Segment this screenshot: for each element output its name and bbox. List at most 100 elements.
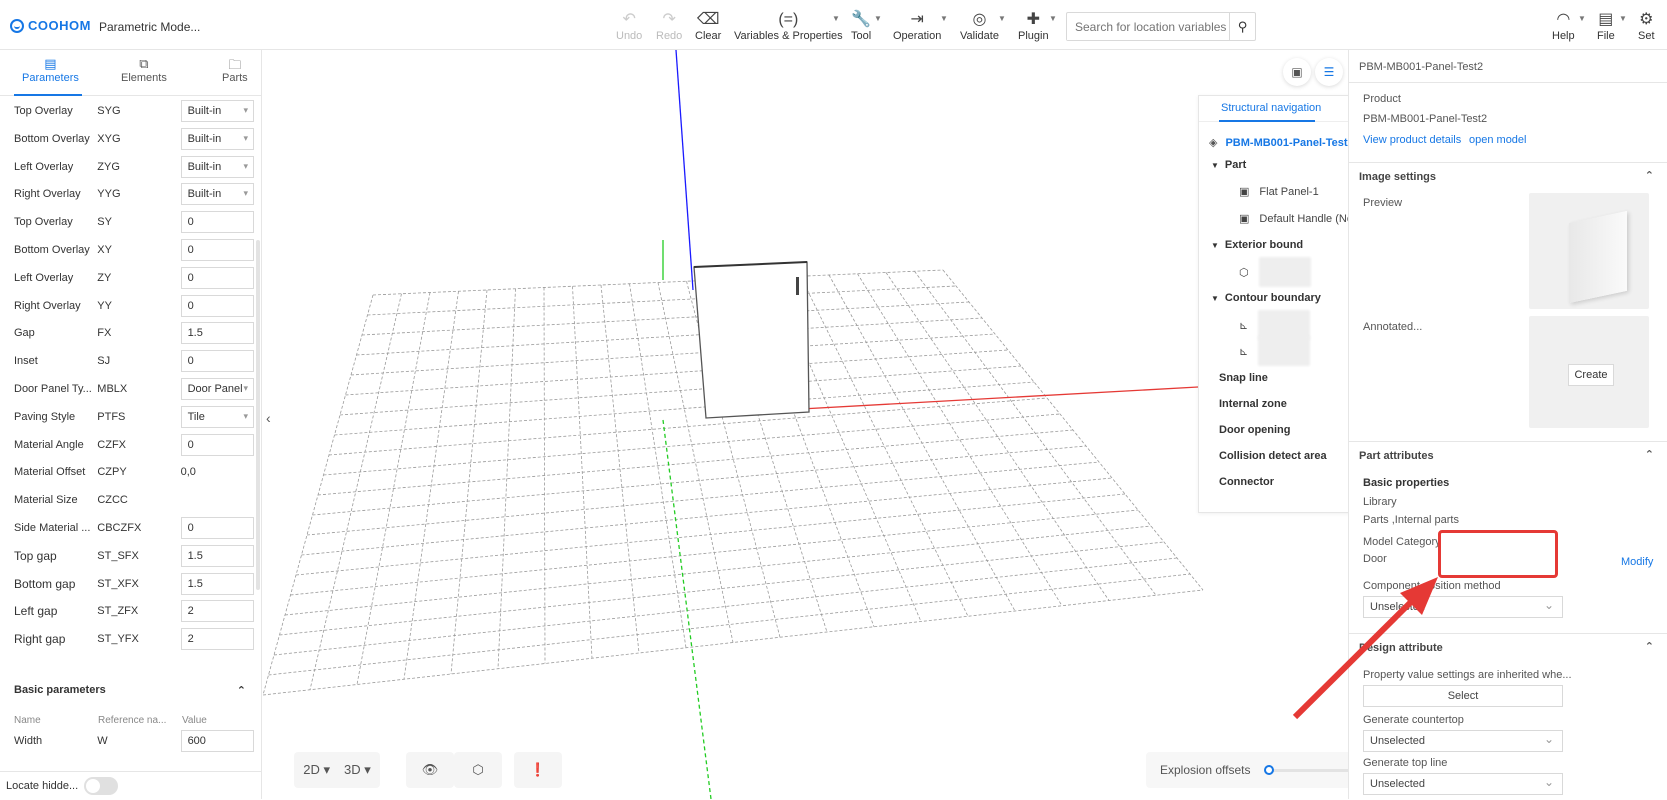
chevron-down-icon[interactable]: ▼ bbox=[832, 14, 840, 23]
param-select[interactable]: Door Panel bbox=[180, 378, 254, 400]
tree-leaf-bound-box[interactable]: ⬡ bbox=[1239, 257, 1311, 287]
tab-elements[interactable]: ⧉ Elements bbox=[121, 56, 167, 84]
search-input[interactable] bbox=[1067, 13, 1229, 40]
tree-node-collision-area[interactable]: Collision detect area bbox=[1219, 450, 1327, 462]
chevron-down-icon[interactable]: ▼ bbox=[1578, 14, 1586, 23]
tab-parameters[interactable]: ▤ Parameters bbox=[22, 56, 79, 84]
param-value-input[interactable]: 600 bbox=[180, 730, 254, 752]
scrollbar[interactable] bbox=[256, 240, 260, 590]
gear-icon: ⚙ bbox=[1639, 11, 1654, 28]
file-button[interactable]: ▤ File bbox=[1597, 10, 1615, 42]
redo-button[interactable]: ↷ Redo bbox=[656, 10, 682, 42]
tree-view-icon[interactable]: ☰ bbox=[1315, 58, 1343, 86]
create-button[interactable]: Create bbox=[1568, 364, 1614, 386]
settings-button[interactable]: ⚙ Set bbox=[1638, 10, 1655, 42]
chevron-down-icon[interactable]: ▼ bbox=[1619, 14, 1627, 23]
preview-thumbnail[interactable] bbox=[1529, 193, 1649, 309]
coohom-logo[interactable]: COOHOM bbox=[10, 18, 91, 33]
param-value-input[interactable]: 0 bbox=[180, 266, 254, 289]
param-value-input[interactable]: 0 bbox=[180, 211, 254, 234]
undo-label: Undo bbox=[616, 30, 643, 42]
generate-top-line-select[interactable]: Unselected bbox=[1363, 773, 1563, 795]
plugin-button[interactable]: ✚ Plugin bbox=[1018, 10, 1049, 42]
view-product-details-link[interactable]: View product details bbox=[1363, 134, 1461, 146]
visibility-button[interactable]: 👁 bbox=[406, 752, 454, 788]
chevron-down-icon[interactable]: ▼ bbox=[874, 14, 882, 23]
tab-label: Parameters bbox=[22, 72, 79, 84]
tree-node-exterior-bound[interactable]: ▼ Exterior bound bbox=[1211, 239, 1303, 251]
warning-button[interactable]: ❗ bbox=[514, 752, 562, 788]
param-value-input[interactable]: 0 bbox=[180, 350, 254, 373]
chevron-up-icon[interactable]: ⌃ bbox=[1645, 640, 1654, 653]
param-value-input[interactable]: 0 bbox=[180, 239, 254, 261]
tool-button[interactable]: 🔧 Tool bbox=[851, 10, 871, 42]
tree-node-connector[interactable]: Connector bbox=[1219, 476, 1274, 488]
validate-button[interactable]: ◎ Validate bbox=[960, 10, 999, 42]
tree-node-part[interactable]: ▼ Part bbox=[1211, 159, 1246, 171]
param-value-input[interactable]: 0 bbox=[180, 433, 254, 456]
tree-node-snap-line[interactable]: Snap line bbox=[1219, 372, 1268, 384]
tab-structural-navigation[interactable]: Structural navigation bbox=[1221, 102, 1321, 114]
param-select[interactable]: Tile bbox=[180, 405, 254, 428]
door-panel-model[interactable] bbox=[693, 261, 810, 419]
y-axis-line bbox=[675, 50, 694, 291]
slider-handle[interactable] bbox=[1264, 765, 1274, 775]
help-label: Help bbox=[1552, 30, 1575, 42]
param-select[interactable]: Built-in bbox=[180, 100, 254, 122]
locate-hidden-toggle[interactable] bbox=[84, 777, 119, 795]
param-value-input[interactable]: 2 bbox=[180, 628, 254, 651]
tab-parts[interactable]: 🗀 Parts bbox=[222, 56, 248, 84]
chevron-up-icon[interactable]: ⌃ bbox=[237, 684, 246, 697]
basic-parameters-header[interactable]: Basic parameters ⌃ bbox=[14, 684, 246, 697]
modify-link[interactable]: Modify bbox=[1621, 556, 1653, 568]
param-value-input[interactable]: 1.5 bbox=[180, 572, 254, 595]
param-select[interactable]: Built-in bbox=[180, 127, 254, 150]
panel-preview-image bbox=[1569, 210, 1627, 304]
section-title: Part attributes bbox=[1359, 450, 1434, 462]
tab-label: Parts bbox=[222, 72, 248, 84]
help-button[interactable]: ◠ Help bbox=[1552, 10, 1575, 42]
open-model-link[interactable]: open model bbox=[1469, 134, 1527, 146]
chevron-down-icon[interactable]: ▼ bbox=[940, 14, 948, 23]
tree-leaf-contour-2[interactable]: ⊾ bbox=[1239, 336, 1311, 366]
tree-node-internal-zone[interactable]: Internal zone bbox=[1219, 398, 1287, 410]
tree-leaf-default-handle[interactable]: ▣ Default Handle (New) bbox=[1239, 212, 1365, 226]
cube-icon: ⬡ bbox=[1239, 266, 1249, 279]
param-value-input[interactable]: 1.5 bbox=[180, 322, 254, 345]
view-mode-icon[interactable]: ▣ bbox=[1283, 58, 1311, 86]
chevron-down-icon[interactable]: ▼ bbox=[1049, 14, 1057, 23]
file-icon: ▤ bbox=[1598, 11, 1614, 28]
param-value-input[interactable]: 0 bbox=[180, 294, 254, 317]
tree-node-contour-boundary[interactable]: ▼ Contour boundary bbox=[1211, 292, 1321, 304]
chevron-up-icon[interactable]: ⌃ bbox=[1645, 169, 1654, 182]
tree-leaf-flat-panel[interactable]: ▣ Flat Panel-1 bbox=[1239, 185, 1319, 199]
view-3d-button[interactable]: 3D ▾ bbox=[344, 762, 371, 778]
part-attributes-header[interactable]: Part attributes ⌃ bbox=[1349, 441, 1667, 467]
search-icon[interactable]: ⚲ bbox=[1229, 13, 1255, 40]
collapse-left-icon[interactable]: ‹ bbox=[266, 410, 271, 426]
param-code: ST_SFX bbox=[97, 549, 139, 562]
tree-node-door-opening[interactable]: Door opening bbox=[1219, 424, 1291, 436]
param-value-input[interactable]: 1.5 bbox=[180, 544, 254, 567]
3d-viewport[interactable]: ▣ ☰ bbox=[263, 50, 1348, 799]
param-row: Door Panel Ty... MBLX Door Panel bbox=[14, 377, 254, 401]
generate-countertop-select[interactable]: Unselected bbox=[1363, 730, 1563, 752]
view-2d-button[interactable]: 2D ▾ bbox=[303, 762, 330, 778]
cube-view-button[interactable]: ⬡ bbox=[454, 752, 502, 788]
variables-properties-button[interactable]: (=) Variables & Properties bbox=[734, 10, 843, 42]
param-value-input[interactable]: 0 bbox=[180, 517, 254, 539]
clear-button[interactable]: ⌫ Clear bbox=[695, 10, 721, 42]
undo-button[interactable]: ↶ Undo bbox=[616, 10, 642, 42]
plugin-label: Plugin bbox=[1018, 30, 1049, 42]
param-value-input[interactable]: 2 bbox=[180, 600, 254, 623]
chevron-up-icon[interactable]: ⌃ bbox=[1645, 448, 1654, 461]
chevron-down-icon[interactable]: ▼ bbox=[998, 14, 1006, 23]
param-select[interactable]: Built-in bbox=[180, 183, 254, 206]
image-settings-header[interactable]: Image settings ⌃ bbox=[1349, 162, 1667, 188]
param-code: XYG bbox=[97, 132, 121, 145]
tree-root[interactable]: ◈ PBM-MB001-Panel-Test2 bbox=[1209, 136, 1354, 150]
param-select[interactable]: Built-in bbox=[180, 155, 254, 178]
operation-button[interactable]: ⇥ Operation bbox=[893, 10, 941, 42]
param-code: ZY bbox=[97, 271, 112, 284]
settings-label: Set bbox=[1638, 30, 1655, 42]
